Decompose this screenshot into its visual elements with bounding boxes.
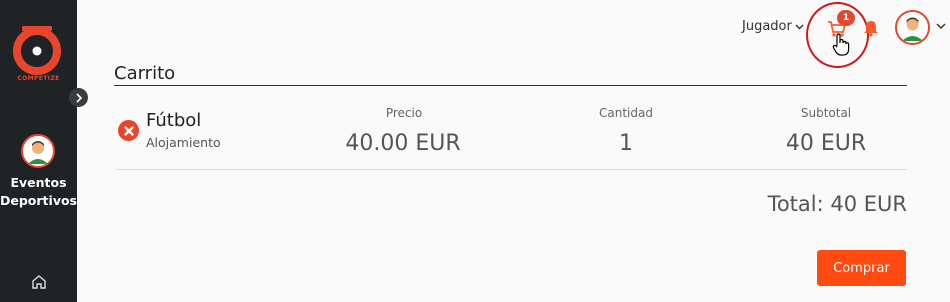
product-name: Fútbol (146, 110, 202, 131)
item-quantity: 1 (619, 131, 633, 156)
role-selector[interactable]: Jugador (742, 19, 804, 34)
page-title: Carrito (114, 63, 176, 84)
product-subtitle: Alojamiento (146, 135, 221, 150)
cart-total: Total: 40 EUR (767, 192, 907, 216)
item-price: 40.00 EUR (345, 131, 461, 156)
remove-item-button[interactable] (118, 120, 139, 141)
chevron-right-icon (75, 92, 82, 103)
user-menu-chevron-icon[interactable] (936, 22, 946, 30)
sidebar-avatar[interactable] (21, 134, 55, 168)
role-label: Jugador (742, 19, 792, 34)
sidebar-section-label[interactable]: Eventos Deportivos (0, 174, 77, 210)
row-divider (116, 169, 907, 170)
user-avatar[interactable] (895, 10, 930, 45)
sidebar-collapse-button[interactable] (69, 88, 88, 107)
subtotal-column-header: Subtotal (800, 106, 852, 120)
bell-icon[interactable] (863, 19, 879, 37)
chevron-down-icon (795, 24, 804, 29)
home-icon[interactable] (31, 274, 47, 290)
item-subtotal: 40 EUR (785, 131, 867, 156)
annotation-circle (806, 2, 869, 68)
close-icon (123, 125, 134, 136)
buy-button[interactable]: Comprar (817, 250, 906, 286)
title-divider (114, 85, 907, 86)
sidebar: COMPETIZE Eventos Deportivos (0, 0, 77, 302)
logo-text: COMPETIZE (17, 75, 60, 82)
quantity-column-header: Cantidad (599, 106, 653, 120)
price-column-header: Precio (385, 106, 423, 120)
